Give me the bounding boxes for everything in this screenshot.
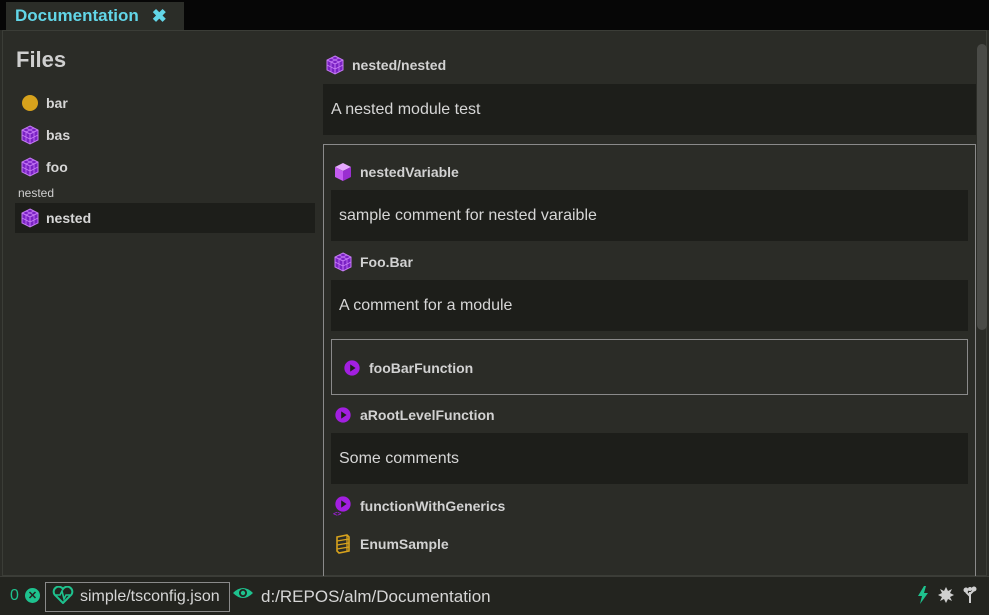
file-item-bas[interactable]: bas: [15, 120, 315, 150]
symbol-name: EnumSample: [360, 536, 449, 552]
content-scrollbar[interactable]: [977, 44, 987, 330]
module-icon: [19, 207, 41, 229]
symbol-enum-sample[interactable]: EnumSample: [332, 533, 449, 555]
variable-icon: [332, 161, 354, 183]
symbol-name: functionWithGenerics: [360, 498, 506, 514]
eye-icon[interactable]: [232, 585, 254, 606]
folder-label: nested: [18, 186, 55, 200]
file-item-bar[interactable]: bar: [15, 88, 315, 118]
file-item-label: nested: [46, 210, 92, 226]
module-comment-text: A nested module test: [331, 100, 481, 118]
file-item-label: bar: [46, 95, 68, 111]
tree-icon[interactable]: [963, 586, 977, 609]
file-item-label: bas: [46, 127, 71, 143]
symbol-foo-bar-function[interactable]: fooBarFunction: [341, 357, 473, 379]
symbol-nested-variable[interactable]: nestedVariable: [332, 161, 459, 183]
module-icon: [19, 124, 41, 146]
heartbeat-icon: [52, 585, 74, 609]
enum-icon: [332, 533, 354, 555]
project-label: simple/tsconfig.json: [80, 588, 220, 605]
module-icon: [324, 54, 346, 76]
symbol-comment: sample comment for nested varaible: [331, 190, 968, 241]
module-heading[interactable]: nested/nested: [324, 54, 446, 76]
status-bar: 0 ✕ simple/tsconfig.json d:/REPOS/alm/Do…: [0, 576, 989, 615]
symbol-comment-text: Some comments: [339, 449, 460, 467]
symbol-comment: Some comments: [331, 433, 968, 484]
circle-icon: [19, 92, 41, 114]
status-right-icons: [917, 586, 977, 609]
documentation-panel: Files bar bas foo nested nested nested/n…: [0, 30, 989, 576]
lightning-icon[interactable]: [917, 586, 929, 609]
module-name: nested/nested: [352, 57, 447, 73]
symbol-name: Foo.Bar: [360, 254, 413, 270]
symbol-foo-bar[interactable]: Foo.Bar: [332, 251, 413, 273]
tab-documentation[interactable]: Documentation ✖: [6, 2, 184, 30]
function-icon: [332, 404, 354, 426]
file-item-foo[interactable]: foo: [15, 152, 315, 182]
symbol-name: aRootLevelFunction: [360, 407, 495, 423]
files-heading: Files: [16, 47, 67, 72]
symbol-function-with-generics[interactable]: <> functionWithGenerics: [332, 495, 505, 517]
function-icon: [341, 357, 363, 379]
project-selector[interactable]: simple/tsconfig.json: [45, 582, 230, 612]
symbol-root-level-function[interactable]: aRootLevelFunction: [332, 404, 495, 426]
symbol-name: fooBarFunction: [369, 360, 474, 376]
bug-icon[interactable]: [937, 586, 955, 609]
svg-text:<>: <>: [333, 510, 341, 517]
symbol-comment: A comment for a module: [331, 280, 968, 331]
tab-bar: Documentation ✖: [0, 0, 989, 30]
file-item-label: foo: [46, 159, 68, 175]
generic-function-icon: <>: [332, 495, 354, 517]
close-icon[interactable]: ✖: [152, 6, 167, 27]
symbol-name: nestedVariable: [360, 164, 459, 180]
error-count[interactable]: 0: [10, 587, 19, 605]
file-item-nested[interactable]: nested: [15, 203, 315, 233]
module-comment: A nested module test: [323, 84, 976, 135]
symbol-comment-text: sample comment for nested varaible: [339, 206, 597, 224]
workspace-path: d:/REPOS/alm/Documentation: [261, 587, 491, 606]
tab-title: Documentation: [15, 6, 139, 25]
symbol-comment-text: A comment for a module: [339, 296, 513, 314]
error-icon[interactable]: ✕: [25, 588, 40, 603]
module-icon: [19, 156, 41, 178]
module-icon: [332, 251, 354, 273]
